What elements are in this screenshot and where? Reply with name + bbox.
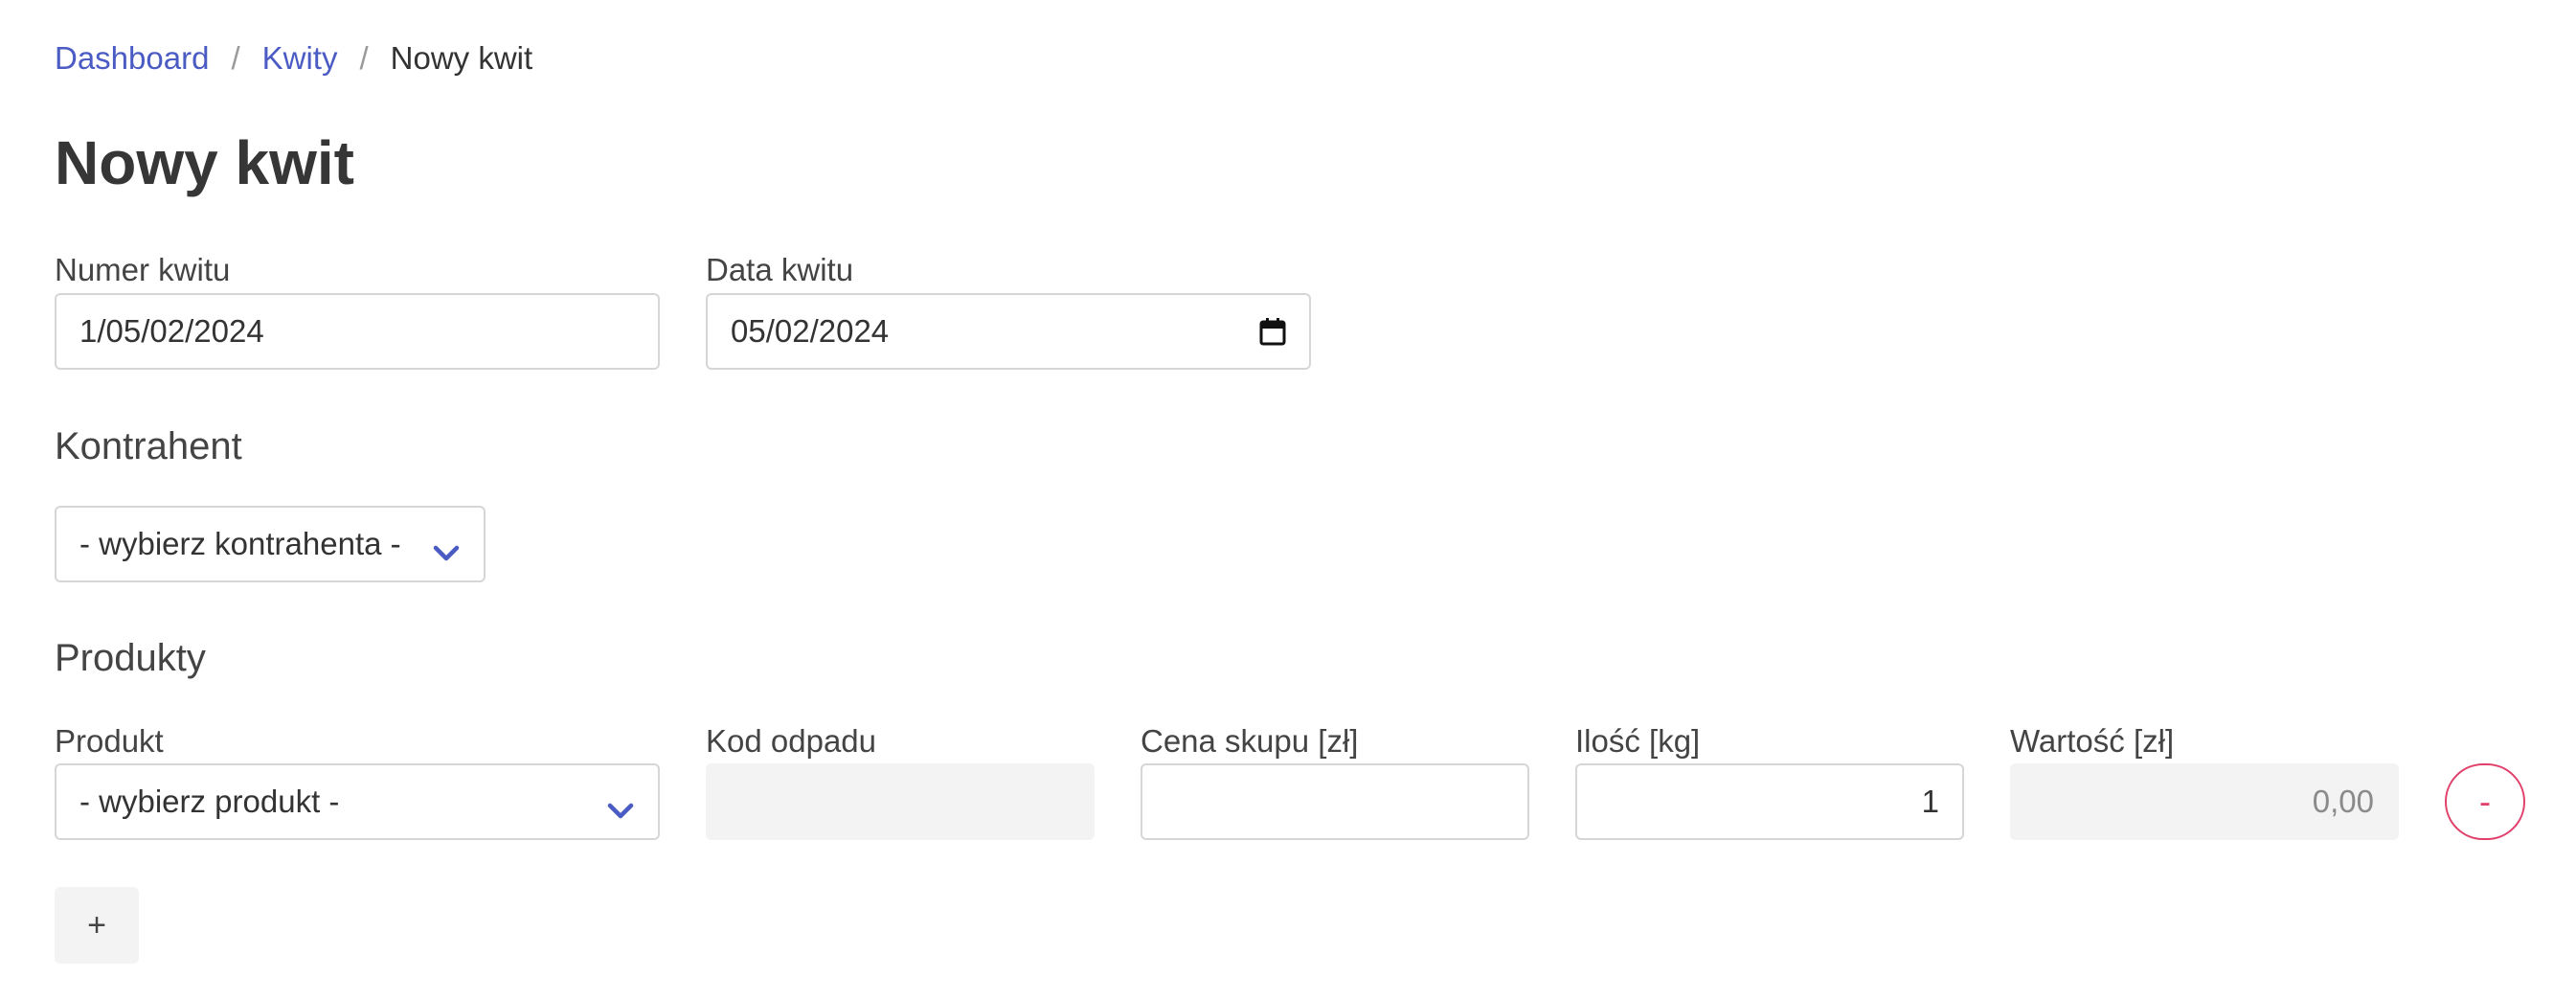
kontrahent-select[interactable]: - wybierz kontrahenta - bbox=[55, 506, 486, 582]
remove-product-button[interactable]: - bbox=[2445, 763, 2525, 840]
wartosc-field: 0,00 bbox=[2010, 763, 2399, 840]
ilosc-value: 1 bbox=[1921, 784, 1939, 819]
produkt-select-value: - wybierz produkt - bbox=[79, 784, 340, 819]
breadcrumb-kwity-link[interactable]: Kwity bbox=[262, 40, 338, 77]
chevron-down-icon bbox=[606, 792, 635, 819]
breadcrumb-dashboard-link[interactable]: Dashboard bbox=[55, 40, 209, 77]
numer-kwitu-label: Numer kwitu bbox=[55, 252, 231, 287]
kontrahent-select-value: - wybierz kontrahenta - bbox=[79, 526, 401, 561]
breadcrumb-separator: / bbox=[231, 40, 240, 76]
add-product-button[interactable]: + bbox=[55, 887, 139, 964]
cena-skupu-column-label: Cena skupu [zł] bbox=[1141, 723, 1359, 759]
wartosc-value: 0,00 bbox=[2312, 784, 2374, 819]
produkt-column-label: Produkt bbox=[55, 723, 164, 759]
kod-odpadu-field bbox=[706, 763, 1095, 840]
data-kwitu-label: Data kwitu bbox=[706, 252, 854, 287]
ilosc-column-label: Ilość [kg] bbox=[1575, 723, 1701, 759]
numer-kwitu-value: 1/05/02/2024 bbox=[79, 313, 264, 349]
produkty-section-title: Produkty bbox=[55, 637, 206, 679]
produkt-select[interactable]: - wybierz produkt - bbox=[55, 763, 660, 840]
numer-kwitu-input[interactable]: 1/05/02/2024 bbox=[55, 293, 660, 370]
ilosc-input[interactable]: 1 bbox=[1575, 763, 1964, 840]
data-kwitu-input[interactable]: 05/02/2024 bbox=[706, 293, 1311, 370]
kod-odpadu-column-label: Kod odpadu bbox=[706, 723, 877, 759]
breadcrumb-separator: / bbox=[359, 40, 369, 76]
calendar-icon[interactable] bbox=[1259, 317, 1286, 346]
kontrahent-section-title: Kontrahent bbox=[55, 425, 242, 467]
page-title: Nowy kwit bbox=[55, 128, 354, 197]
wartosc-column-label: Wartość [zł] bbox=[2010, 723, 2175, 759]
cena-skupu-input[interactable] bbox=[1141, 763, 1529, 840]
breadcrumb: Dashboard / Kwity / Nowy kwit bbox=[55, 40, 532, 77]
chevron-down-icon bbox=[432, 534, 461, 561]
breadcrumb-current: Nowy kwit bbox=[390, 40, 533, 76]
data-kwitu-value: 05/02/2024 bbox=[731, 313, 890, 349]
